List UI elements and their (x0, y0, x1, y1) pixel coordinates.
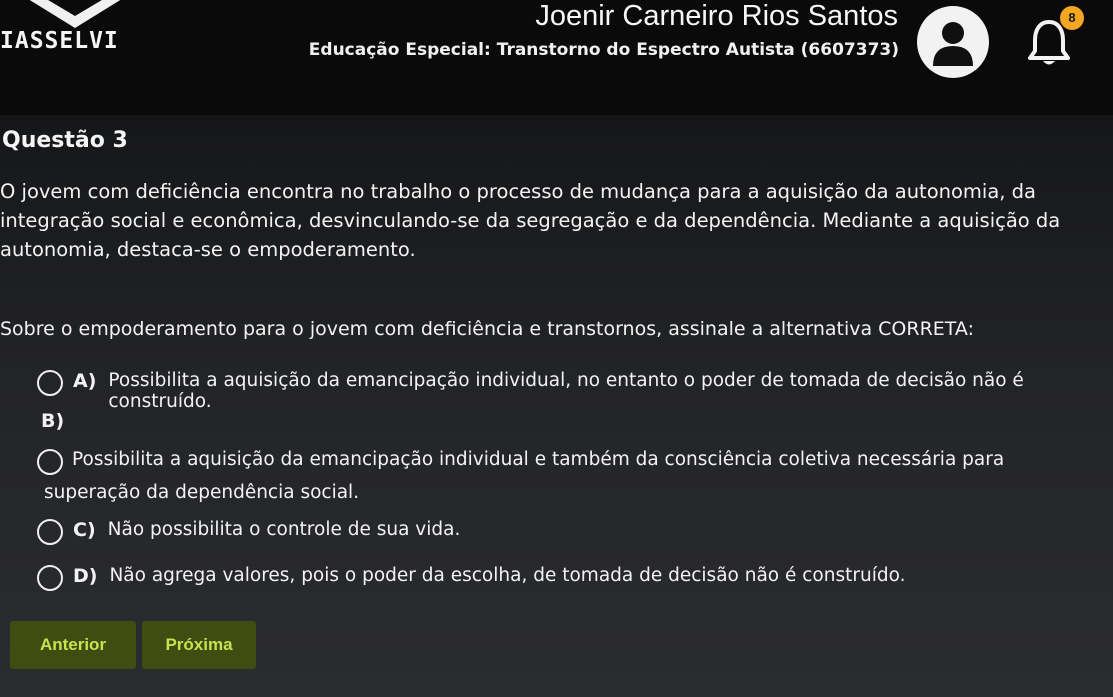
option-a[interactable]: A) Possibilita a aquisição da emancipaçã… (37, 370, 1113, 412)
option-d-letter: D) (73, 565, 98, 587)
notification-badge: 8 (1060, 6, 1084, 30)
previous-button[interactable]: Anterior (10, 621, 136, 669)
option-c-letter: C) (73, 519, 96, 541)
top-header: IASSELVI Joenir Carneiro Rios Santos Edu… (0, 0, 1113, 115)
option-d-radio[interactable] (37, 565, 63, 591)
option-a-letter: A) (73, 370, 97, 392)
option-d[interactable]: D) Não agrega valores, pois o poder da e… (37, 565, 905, 591)
option-b-text: Possibilita a aquisição da emancipação i… (44, 449, 1005, 503)
option-b-letter: B) (41, 410, 65, 432)
question-statement: O jovem com deficiência encontra no trab… (0, 180, 1061, 261)
option-a-text: Possibilita a aquisição da emancipação i… (108, 370, 1024, 412)
option-c[interactable]: C) Não possibilita o controle de sua vid… (37, 519, 460, 545)
option-c-radio[interactable] (37, 519, 63, 545)
option-c-text: Não possibilita o controle de sua vida. (107, 519, 461, 540)
next-button[interactable]: Próxima (142, 621, 256, 669)
question-prompt: Sobre o empoderamento para o jovem com d… (0, 318, 974, 340)
user-name: Joenir Carneiro Rios Santos (535, 0, 898, 32)
brand-name: IASSELVI (0, 28, 119, 54)
option-a-radio[interactable] (37, 370, 63, 396)
option-d-text: Não agrega valores, pois o poder da esco… (109, 565, 906, 586)
user-avatar-icon[interactable] (917, 6, 989, 78)
question-title: Questão 3 (2, 128, 128, 153)
course-title: Educação Especial: Transtorno do Espectr… (308, 40, 899, 60)
